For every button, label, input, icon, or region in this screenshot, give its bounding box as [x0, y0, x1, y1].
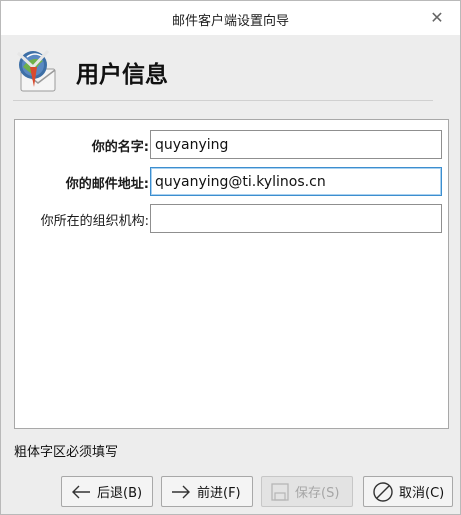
page-header: 用户信息: [1, 35, 460, 115]
organization-label: 你所在的组织机构:: [40, 214, 149, 229]
organization-row: 你所在的组织机构:: [15, 204, 448, 234]
next-button-label: 前进(F): [197, 486, 241, 501]
cancel-button-label: 取消(C): [399, 486, 445, 501]
back-button-label: 后退(B): [97, 486, 143, 501]
page-title: 用户信息: [76, 62, 168, 88]
close-icon[interactable]: ✕: [428, 9, 446, 27]
window-title: 邮件客户端设置向导: [171, 14, 289, 29]
save-button-label: 保存(S): [295, 486, 340, 501]
cancel-icon: [373, 481, 393, 502]
organization-input[interactable]: [150, 204, 442, 233]
required-fields-hint: 粗体字区必须填写: [14, 445, 119, 460]
save-button[interactable]: 保存(S): [261, 476, 353, 507]
name-row: 你的名字:: [15, 130, 448, 160]
back-button[interactable]: 后退(B): [61, 476, 153, 507]
header-divider: [13, 100, 433, 101]
arrow-right-icon: [172, 485, 190, 498]
email-row: 你的邮件地址:: [15, 167, 448, 197]
email-input[interactable]: [150, 167, 442, 196]
email-label: 你的邮件地址:: [65, 177, 149, 192]
arrow-left-icon: [72, 485, 90, 498]
title-bar[interactable]: 邮件客户端设置向导 ✕: [1, 1, 460, 35]
name-input[interactable]: [150, 130, 442, 159]
setup-wizard-window: 邮件客户端设置向导 ✕ 用户信息 你的名字: 你的邮件: [0, 0, 461, 515]
wizard-content: 用户信息 你的名字: 你的邮件地址: 你所在的组织机构: 粗体字区必须填写 后退…: [1, 35, 460, 514]
user-info-form: 你的名字: 你的邮件地址: 你所在的组织机构:: [14, 119, 449, 429]
name-label: 你的名字:: [91, 140, 149, 155]
mail-client-icon: [16, 49, 56, 92]
cancel-button[interactable]: 取消(C): [363, 476, 453, 507]
save-icon: [271, 482, 289, 501]
next-button[interactable]: 前进(F): [161, 476, 253, 507]
